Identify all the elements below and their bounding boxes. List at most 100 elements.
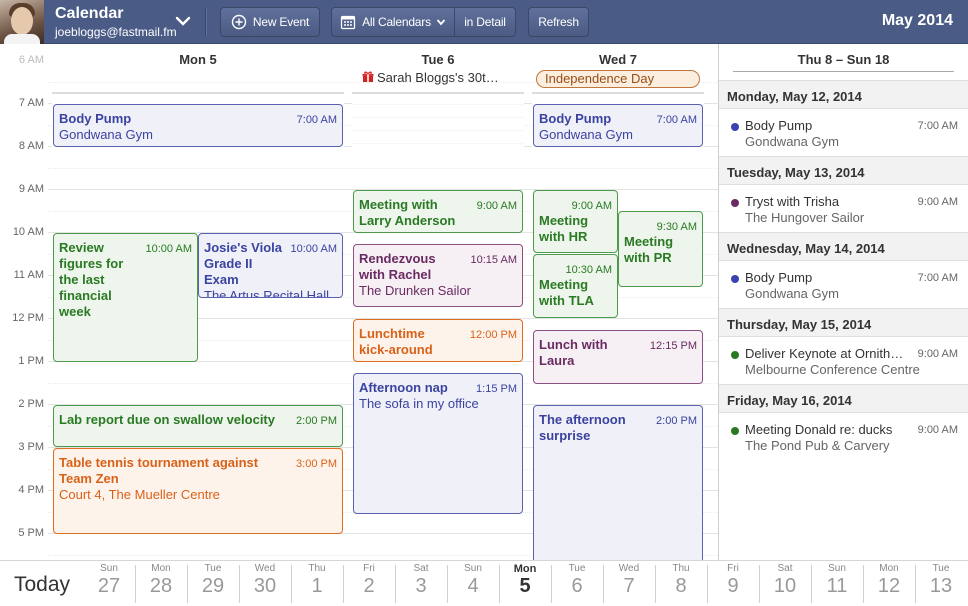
day-header: Wed 7 — [598, 52, 638, 67]
agenda-event[interactable]: Tryst with Trisha The Hungover Sailor 9:00… — [719, 185, 968, 232]
new-event-button[interactable]: New Event — [220, 7, 320, 37]
date-strip-day[interactable]: Mon 28 — [141, 563, 181, 598]
date-strip-day[interactable]: Fri 9 — [713, 563, 753, 598]
date-strip-day[interactable]: Mon 5 — [505, 563, 545, 598]
event-body-pump-wed[interactable]: Body Pump Gondwana Gym 7:00 AM — [533, 104, 703, 147]
date-strip-day[interactable]: Thu 8 — [661, 563, 701, 598]
today-button[interactable]: Today — [14, 573, 70, 597]
new-event-label: New Event — [252, 15, 310, 29]
calendar-color-dot — [731, 427, 739, 435]
agenda-date-header: Monday, May 12, 2014 — [719, 80, 968, 109]
all-calendars-label: All Calendars — [362, 15, 431, 29]
day-number: 10 — [773, 575, 797, 597]
agenda-event-time: 7:00 AM — [917, 120, 958, 132]
day-number: 7 — [623, 575, 635, 597]
date-strip-day[interactable]: Sun 11 — [817, 563, 857, 598]
event-lunchtime-kickaround[interactable]: Lunchtime kick-around 12:00 PM — [353, 319, 523, 362]
event-meeting-hr[interactable]: Meeting with HR 9:00 AM — [533, 190, 618, 253]
day-number: 1 — [311, 575, 323, 597]
hour-label: 5 PM — [18, 527, 44, 539]
refresh-button[interactable]: Refresh — [528, 7, 589, 37]
weekday-label: Sat — [413, 563, 429, 574]
allday-event-title: Independence Day — [545, 71, 655, 86]
hour-label: 7 AM — [18, 97, 44, 109]
day-number: 11 — [826, 575, 848, 597]
day-number: 5 — [519, 575, 531, 597]
hour-label: 1 PM — [18, 355, 44, 367]
hour-label: 4 PM — [18, 484, 44, 496]
agenda-event[interactable]: Body Pump Gondwana Gym 7:00 AM — [719, 109, 968, 156]
agenda-event[interactable]: Meeting Donald re: ducks The Pond Pub & C… — [719, 413, 968, 460]
weekday-label: Mon — [513, 563, 537, 575]
date-strip-day[interactable]: Wed 7 — [609, 563, 649, 598]
calendar-color-dot — [731, 199, 739, 207]
date-strip-day[interactable]: Wed 30 — [245, 563, 285, 598]
chevron-down-icon — [436, 19, 446, 26]
date-strip-day[interactable]: Sun 27 — [89, 563, 129, 598]
avatar[interactable] — [0, 0, 44, 44]
month-title: May 2014 — [881, 12, 953, 29]
allday-event-birthday[interactable]: Sarah Bloggs's 30t… — [362, 70, 499, 85]
weekday-label: Wed — [254, 563, 276, 574]
agenda-event-location: Gondwana Gym — [745, 134, 839, 149]
weekday-label: Wed — [618, 563, 640, 574]
day-number: 27 — [97, 575, 121, 597]
date-strip-day[interactable]: Sun 4 — [453, 563, 493, 598]
all-calendars-dropdown[interactable]: All Calendars — [331, 7, 455, 37]
weekday-label: Tue — [932, 563, 950, 574]
hour-label: 9 AM — [18, 183, 44, 195]
agenda-date-header: Friday, May 16, 2014 — [719, 384, 968, 413]
date-strip-day[interactable]: Tue 29 — [193, 563, 233, 598]
calendar-color-dot — [731, 275, 739, 283]
event-lab-report[interactable]: Lab report due on swallow velocity 2:00 … — [53, 405, 343, 447]
event-lunch-laura[interactable]: Lunch with Laura 12:15 PM — [533, 330, 703, 384]
weekday-label: Sun — [464, 563, 482, 574]
agenda-event-time: 7:00 AM — [917, 272, 958, 284]
calendar-icon — [341, 15, 356, 30]
in-detail-button[interactable]: in Detail — [454, 7, 516, 37]
event-meeting-larry[interactable]: Meeting with Larry Anderson 9:00 AM — [353, 190, 523, 233]
day-number: 6 — [571, 575, 583, 597]
agenda-event-title: Body Pump — [745, 270, 813, 285]
agenda-event[interactable]: Body Pump Gondwana Gym 7:00 AM — [719, 261, 968, 308]
day-number: 13 — [929, 575, 953, 597]
date-strip-day[interactable]: Thu 1 — [297, 563, 337, 598]
day-header: Mon 5 — [179, 52, 217, 67]
date-strip-day[interactable]: Mon 12 — [869, 563, 909, 598]
day-number: 28 — [149, 575, 173, 597]
date-strip-day[interactable]: Tue 6 — [557, 563, 597, 598]
agenda-event-title: Meeting Donald re: ducks — [745, 422, 893, 437]
user-email: joebloggs@fastmail.fm — [55, 25, 177, 39]
weekday-label: Fri — [363, 563, 375, 574]
event-afternoon-nap[interactable]: Afternoon nap The sofa in my office 1:15… — [353, 373, 523, 514]
agenda-panel: Thu 8 – Sun 18 Monday, May 12, 2014 Body … — [718, 44, 968, 560]
date-strip-day[interactable]: Tue 13 — [921, 563, 961, 598]
event-meeting-pr[interactable]: Meeting with PR 9:30 AM — [618, 211, 703, 287]
agenda-heading: Thu 8 – Sun 18 — [797, 52, 890, 67]
event-body-pump-mon[interactable]: Body Pump Gondwana Gym 7:00 AM — [53, 104, 343, 147]
weekday-label: Tue — [204, 563, 222, 574]
event-afternoon-surprise[interactable]: The afternoon surprise 2:00 PM — [533, 405, 703, 560]
event-review-figures[interactable]: Review figures for the last financial we… — [53, 233, 198, 362]
date-strip-day[interactable]: Fri 2 — [349, 563, 389, 598]
day-number: 30 — [253, 575, 277, 597]
hour-label: 10 AM — [12, 226, 44, 238]
date-strip-day[interactable]: Sat 10 — [765, 563, 805, 598]
hour-label: 12 PM — [12, 312, 44, 324]
event-meeting-tla[interactable]: Meeting with TLA 10:30 AM — [533, 254, 618, 318]
gift-icon — [362, 71, 374, 82]
agenda-date-header: Thursday, May 15, 2014 — [719, 308, 968, 337]
top-toolbar: Calendar joebloggs@fastmail.fm New Event… — [0, 0, 968, 44]
event-viola-exam[interactable]: Josie's Viola Grade II Exam The Artus Re… — [198, 233, 343, 298]
agenda-event[interactable]: Deliver Keynote at Ornith… Melbourne Conf… — [719, 337, 968, 384]
allday-event-holiday[interactable]: Independence Day — [536, 70, 700, 88]
calendar-color-dot — [731, 351, 739, 359]
event-rendezvous-rachel[interactable]: Rendezvous with Rachel The Drunken Sailo… — [353, 244, 523, 307]
event-table-tennis[interactable]: Table tennis tournament against Team Zen… — [53, 448, 343, 534]
chevron-down-icon[interactable] — [174, 12, 192, 30]
day-header: Tue 6 — [421, 52, 455, 67]
day-number: 9 — [727, 575, 739, 597]
date-strip-day[interactable]: Sat 3 — [401, 563, 441, 598]
weekday-label: Mon — [151, 563, 171, 574]
day-number: 3 — [415, 575, 427, 597]
